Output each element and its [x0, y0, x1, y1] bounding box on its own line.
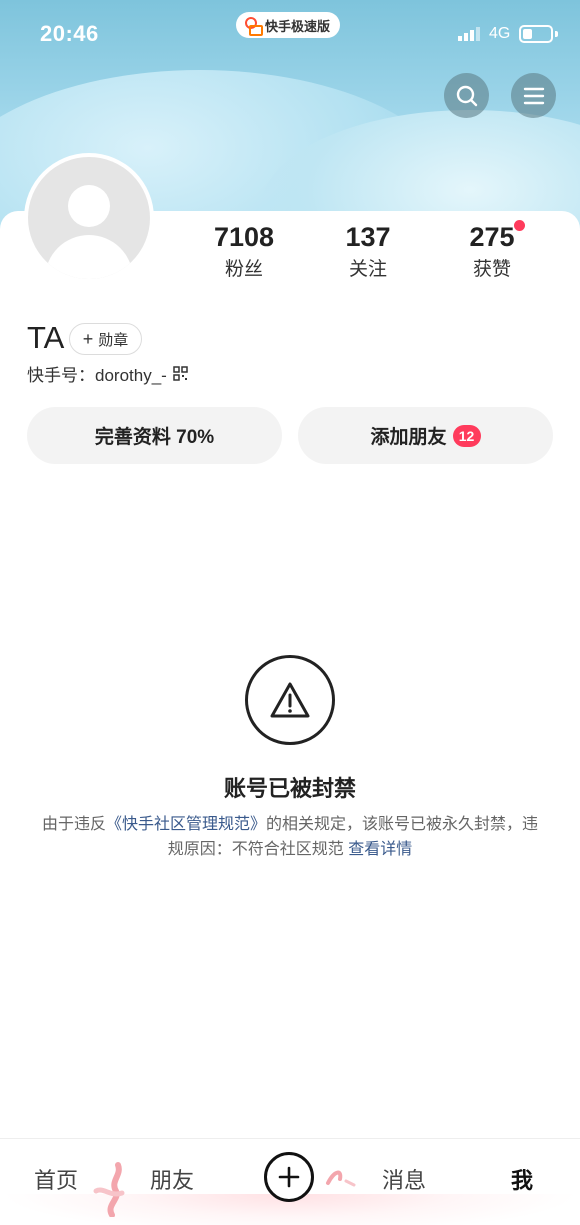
- stat-label: 粉丝: [224, 259, 263, 280]
- user-id-row[interactable]: 快手号：dorothy_-: [27, 361, 188, 386]
- plus-icon: +: [82, 329, 94, 349]
- app-pill-label: 快手极速版: [265, 18, 331, 34]
- tab-messages[interactable]: 消息: [382, 1163, 426, 1195]
- qr-code-icon[interactable]: [173, 366, 188, 381]
- avatar[interactable]: [24, 153, 154, 283]
- add-friends-button[interactable]: 添加朋友 12: [298, 407, 553, 464]
- banned-desc-prefix: 由于违反: [41, 816, 106, 833]
- profile-name: TA: [27, 320, 65, 355]
- complete-profile-button[interactable]: 完善资料 70%: [27, 407, 282, 464]
- banned-title: 账号已被封禁: [223, 776, 356, 801]
- network-type: 4G: [489, 25, 511, 42]
- banned-description: 由于违反《快手社区管理规范》的相关规定，该账号已被永久封禁，违规原因：不符合社区…: [40, 812, 540, 862]
- stat-label: 获赞: [472, 259, 511, 280]
- signal-icon: [458, 27, 480, 41]
- menu-button[interactable]: [511, 73, 556, 118]
- search-icon: [456, 85, 477, 106]
- default-avatar-icon: [28, 157, 150, 279]
- stat-likes[interactable]: 275 获赞: [432, 222, 552, 281]
- battery-icon: [519, 25, 553, 43]
- badge-button[interactable]: + 勋章: [69, 323, 142, 355]
- stat-value: 137: [345, 222, 391, 252]
- stat-value: 7108: [213, 222, 275, 252]
- stat-label: 关注: [348, 259, 387, 280]
- badge-label: 勋章: [98, 331, 129, 349]
- ribbon-decoration-icon: [93, 1162, 125, 1217]
- tab-me[interactable]: 我: [511, 1163, 533, 1195]
- view-details-link[interactable]: 查看详情: [348, 841, 412, 858]
- search-button[interactable]: [444, 73, 489, 118]
- tab-friends[interactable]: 朋友: [150, 1163, 194, 1195]
- bottom-tab-bar: 首页 朋友 消息 我: [0, 1138, 580, 1225]
- stat-followers[interactable]: 7108 粉丝: [184, 222, 304, 281]
- status-time: 20:46: [40, 21, 99, 46]
- battery-tip: [555, 31, 558, 37]
- tab-home[interactable]: 首页: [34, 1163, 78, 1195]
- kuaishou-logo-icon: [244, 17, 263, 36]
- menu-icon: [523, 87, 544, 104]
- plus-icon: [278, 1166, 300, 1188]
- stat-value: 275: [469, 222, 515, 252]
- app-indicator-pill: 快手极速版: [236, 12, 341, 38]
- notification-dot: [514, 220, 525, 231]
- warning-icon: [245, 655, 335, 745]
- status-bar: 20:46 快手极速版 4G: [0, 0, 580, 70]
- community-rules-link[interactable]: 《快手社区管理规范》: [106, 816, 266, 833]
- stat-following[interactable]: 137 关注: [308, 222, 428, 281]
- complete-profile-label: 完善资料 70%: [94, 427, 215, 448]
- add-friends-count-badge: 12: [452, 424, 481, 447]
- add-friends-label: 添加朋友: [370, 427, 447, 448]
- user-id: 快手号：dorothy_-: [27, 366, 167, 385]
- create-post-button[interactable]: [264, 1152, 314, 1202]
- ribbon-decoration-icon: [326, 1170, 356, 1187]
